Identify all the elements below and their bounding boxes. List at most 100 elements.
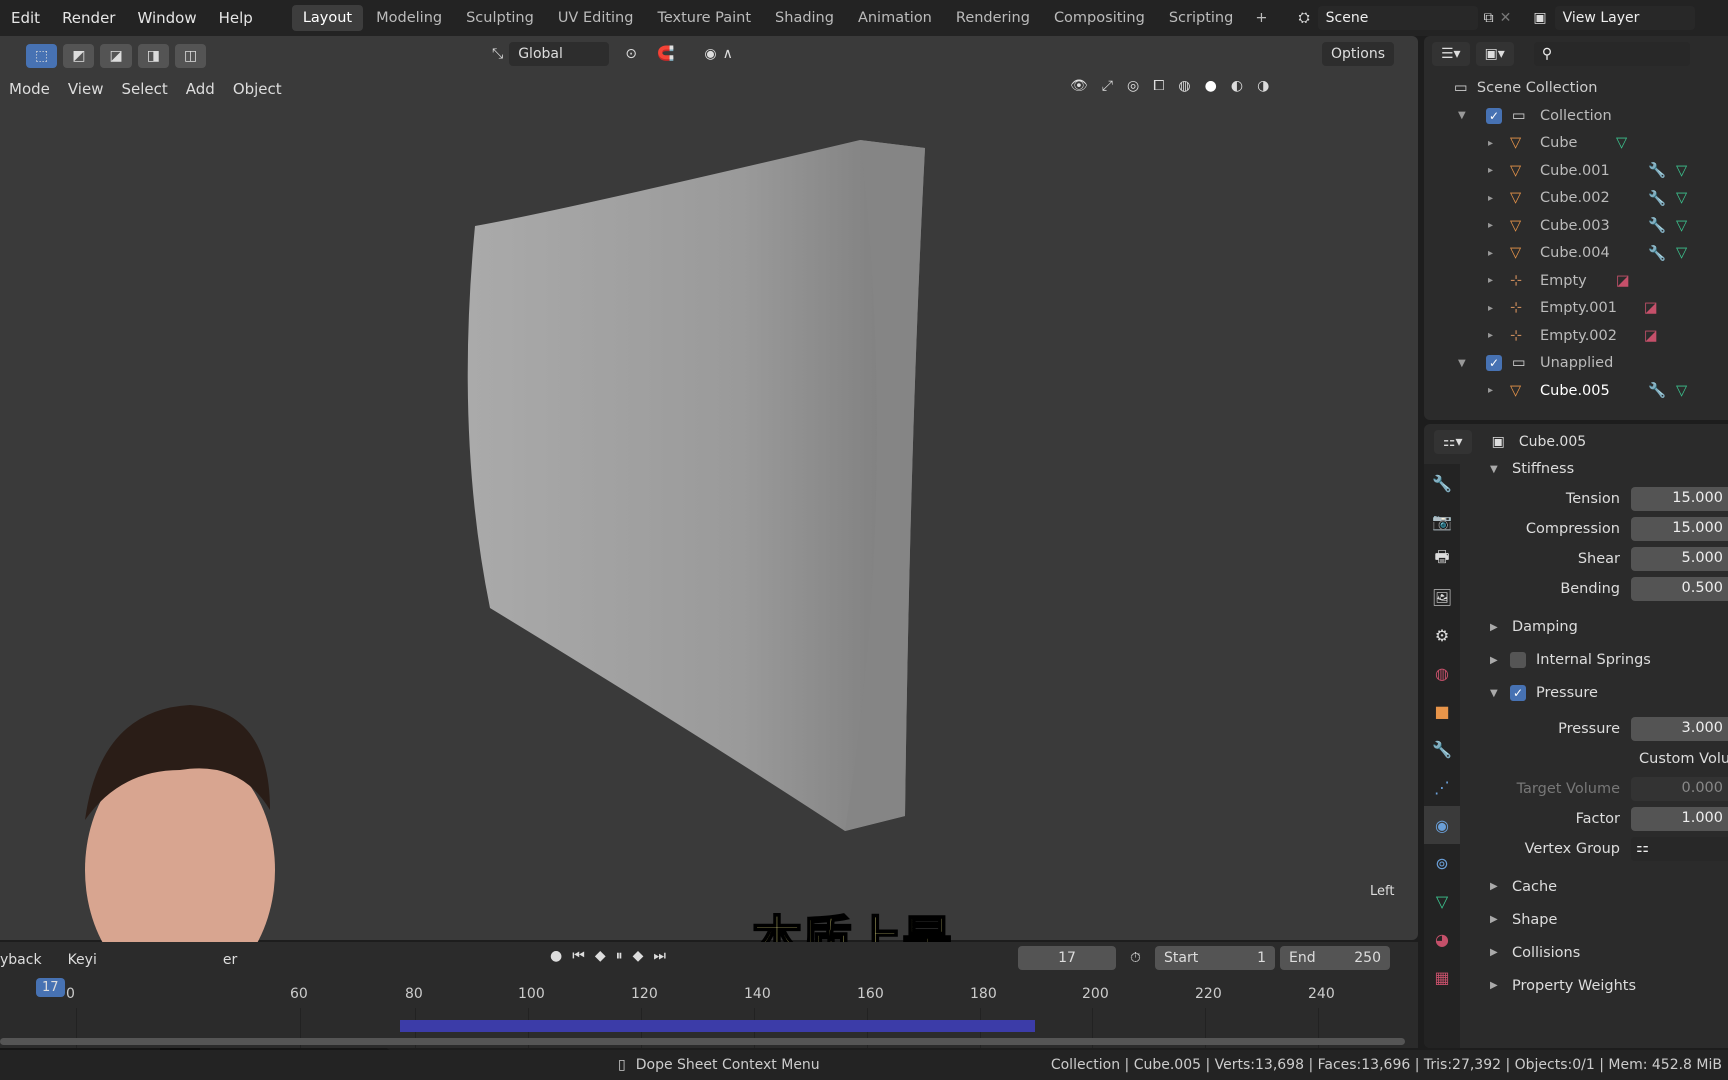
outliner-item[interactable]: ▸ ⊹ Empty.001 ◪	[1424, 295, 1728, 323]
particles-tab-icon[interactable]: ⋰	[1424, 768, 1460, 806]
record-button[interactable]: ●	[550, 948, 562, 964]
outliner-item[interactable]: ▸ ▽ Cube.004 🔧 ▽	[1424, 240, 1728, 268]
menu-render[interactable]: Render	[51, 9, 126, 27]
expand-arrow-icon[interactable]: ▸	[1488, 248, 1493, 259]
tool-tab-icon[interactable]: 🔧	[1424, 464, 1460, 502]
outliner-item[interactable]: ▼ ✓ ▭ Unapplied	[1424, 350, 1728, 378]
menu-help[interactable]: Help	[208, 9, 264, 27]
outliner-item[interactable]: ▸ ▽ Cube.002 🔧 ▽	[1424, 185, 1728, 213]
outliner-search-icon[interactable]: ⚲	[1533, 42, 1690, 66]
material-tab-icon[interactable]: ◕	[1424, 920, 1460, 958]
mesh-data-icon[interactable]: ▽	[1676, 163, 1687, 179]
tab-modeling[interactable]: Modeling	[365, 5, 453, 31]
pressure-checkbox[interactable]: ✓	[1510, 685, 1526, 701]
outliner-item[interactable]: ▸ ▽ Cube ▽	[1424, 130, 1728, 158]
expand-arrow-icon[interactable]: ▼	[1458, 110, 1466, 121]
start-frame-field[interactable]: Start 1	[1155, 946, 1275, 970]
tab-shading[interactable]: Shading	[764, 5, 845, 31]
current-frame-field[interactable]: 17	[1018, 946, 1116, 970]
scene-tab-icon[interactable]: ⚙	[1424, 616, 1460, 654]
expand-arrow-icon[interactable]: ▸	[1488, 275, 1493, 286]
stopwatch-icon[interactable]: ⏱	[1130, 950, 1141, 966]
display-mode-icon[interactable]: ☰▾	[1432, 42, 1470, 66]
world-tab-icon[interactable]: ◍	[1424, 654, 1460, 692]
modifier-icon[interactable]: 🔧	[1648, 162, 1666, 179]
mesh-data-icon[interactable]: ▽	[1676, 383, 1687, 399]
editor-type-icon[interactable]: ⚏▾	[1434, 430, 1472, 454]
object-tab-icon[interactable]: ■	[1424, 692, 1460, 730]
expand-arrow-icon[interactable]: ▸	[1488, 330, 1493, 341]
internal-springs-panel-header[interactable]: ▶ Internal Springs	[1464, 645, 1728, 675]
timeline[interactable]: yback Keyi er ● ⏮ ◆ ⏸ ◆ ⏭ 17 ⏱ Start 1 En…	[0, 942, 1418, 1048]
tab-compositing[interactable]: Compositing	[1043, 5, 1156, 31]
expand-arrow-icon[interactable]: ▸	[1488, 303, 1493, 314]
mesh-data-icon[interactable]: ▽	[1616, 135, 1627, 151]
expand-arrow-icon[interactable]: ▸	[1488, 193, 1493, 204]
marker-menu[interactable]: er	[223, 952, 237, 968]
modifier-icon[interactable]: 🔧	[1648, 382, 1666, 399]
property-weights-panel-header[interactable]: ▶ Property Weights	[1464, 969, 1728, 1002]
menu-edit[interactable]: Edit	[0, 9, 51, 27]
prev-keyframe-button[interactable]: ◆	[595, 948, 606, 964]
tab-texture-paint[interactable]: Texture Paint	[646, 5, 762, 31]
modifier-tab-icon[interactable]: 🔧	[1424, 730, 1460, 768]
tension-field[interactable]: 15.000	[1631, 487, 1728, 511]
expand-arrow-icon[interactable]: ▸	[1488, 385, 1493, 396]
outliner-item[interactable]: ▸ ▽ Cube.001 🔧 ▽	[1424, 157, 1728, 185]
render-tab-icon[interactable]: 📷	[1424, 502, 1460, 540]
view-layer-field[interactable]: View Layer	[1554, 6, 1695, 30]
physics-tab-icon[interactable]: ◉	[1424, 806, 1460, 844]
vertex-group-field[interactable]: ⚏	[1631, 837, 1728, 861]
internal-springs-checkbox[interactable]	[1510, 652, 1526, 668]
tab-sculpting[interactable]: Sculpting	[455, 5, 545, 31]
next-keyframe-button[interactable]: ◆	[633, 948, 644, 964]
outliner-item[interactable]: ▸ ⊹ Empty ◪	[1424, 267, 1728, 295]
scene-collection[interactable]: Scene Collection	[1477, 80, 1598, 96]
playhead-indicator[interactable]: 17	[36, 978, 65, 997]
keying-menu[interactable]: Keyi	[68, 952, 97, 968]
pause-button[interactable]: ⏸	[616, 948, 623, 964]
view-layer-tab-icon[interactable]: 🖼	[1424, 578, 1460, 616]
shear-field[interactable]: 5.000	[1631, 547, 1728, 571]
collection-checkbox[interactable]: ✓	[1486, 107, 1502, 124]
new-scene-icon[interactable]: ⧉	[1484, 10, 1494, 26]
end-frame-field[interactable]: End 250	[1280, 946, 1390, 970]
modifier-icon[interactable]: 🔧	[1648, 245, 1666, 262]
texture-tab-icon[interactable]: ▦	[1424, 958, 1460, 996]
damping-panel-header[interactable]: ▶ Damping	[1464, 612, 1728, 642]
expand-arrow-icon[interactable]: ▸	[1488, 138, 1493, 149]
pressure-panel-header[interactable]: ▼ ✓ Pressure	[1464, 678, 1728, 708]
data-tab-icon[interactable]: ▽	[1424, 882, 1460, 920]
shape-panel-header[interactable]: ▶ Shape	[1464, 903, 1728, 936]
tab-animation[interactable]: Animation	[847, 5, 943, 31]
factor-field[interactable]: 1.000	[1631, 807, 1728, 831]
collisions-panel-header[interactable]: ▶ Collisions	[1464, 936, 1728, 969]
expand-arrow-icon[interactable]: ▼	[1458, 358, 1466, 369]
constraints-tab-icon[interactable]: ⊚	[1424, 844, 1460, 882]
empty-data-icon[interactable]: ◪	[1644, 300, 1658, 316]
expand-arrow-icon[interactable]: ▸	[1488, 165, 1493, 176]
jump-end-button[interactable]: ⏭	[653, 948, 666, 964]
modifier-icon[interactable]: 🔧	[1648, 190, 1666, 207]
empty-data-icon[interactable]: ◪	[1616, 273, 1630, 289]
playback-menu[interactable]: yback	[0, 952, 42, 968]
custom-volume-checkbox[interactable]: Custom Volu	[1639, 751, 1728, 767]
jump-start-button[interactable]: ⏮	[572, 948, 585, 964]
collection-checkbox[interactable]: ✓	[1486, 355, 1502, 372]
timeline-scrollbar[interactable]	[0, 1038, 1405, 1045]
bending-field[interactable]: 0.500	[1631, 577, 1728, 601]
menu-window[interactable]: Window	[126, 9, 207, 27]
mesh-data-icon[interactable]: ▽	[1676, 190, 1687, 206]
modifier-icon[interactable]: 🔧	[1648, 217, 1666, 234]
tab-scripting[interactable]: Scripting	[1158, 5, 1244, 31]
empty-data-icon[interactable]: ◪	[1644, 328, 1658, 344]
close-icon[interactable]: ✕	[1500, 10, 1512, 26]
tab-layout[interactable]: Layout	[291, 5, 364, 31]
outliner-item[interactable]: ▸ ⊹ Empty.002 ◪	[1424, 322, 1728, 350]
filter-icon[interactable]: ▣▾	[1475, 42, 1514, 66]
tab-rendering[interactable]: Rendering	[945, 5, 1041, 31]
scene-field[interactable]: Scene	[1317, 6, 1478, 30]
outliner-item[interactable]: ▸ ▽ Cube.003 🔧 ▽	[1424, 212, 1728, 240]
expand-arrow-icon[interactable]: ▸	[1488, 220, 1493, 231]
scene-icon[interactable]: ⛭	[1298, 10, 1309, 26]
